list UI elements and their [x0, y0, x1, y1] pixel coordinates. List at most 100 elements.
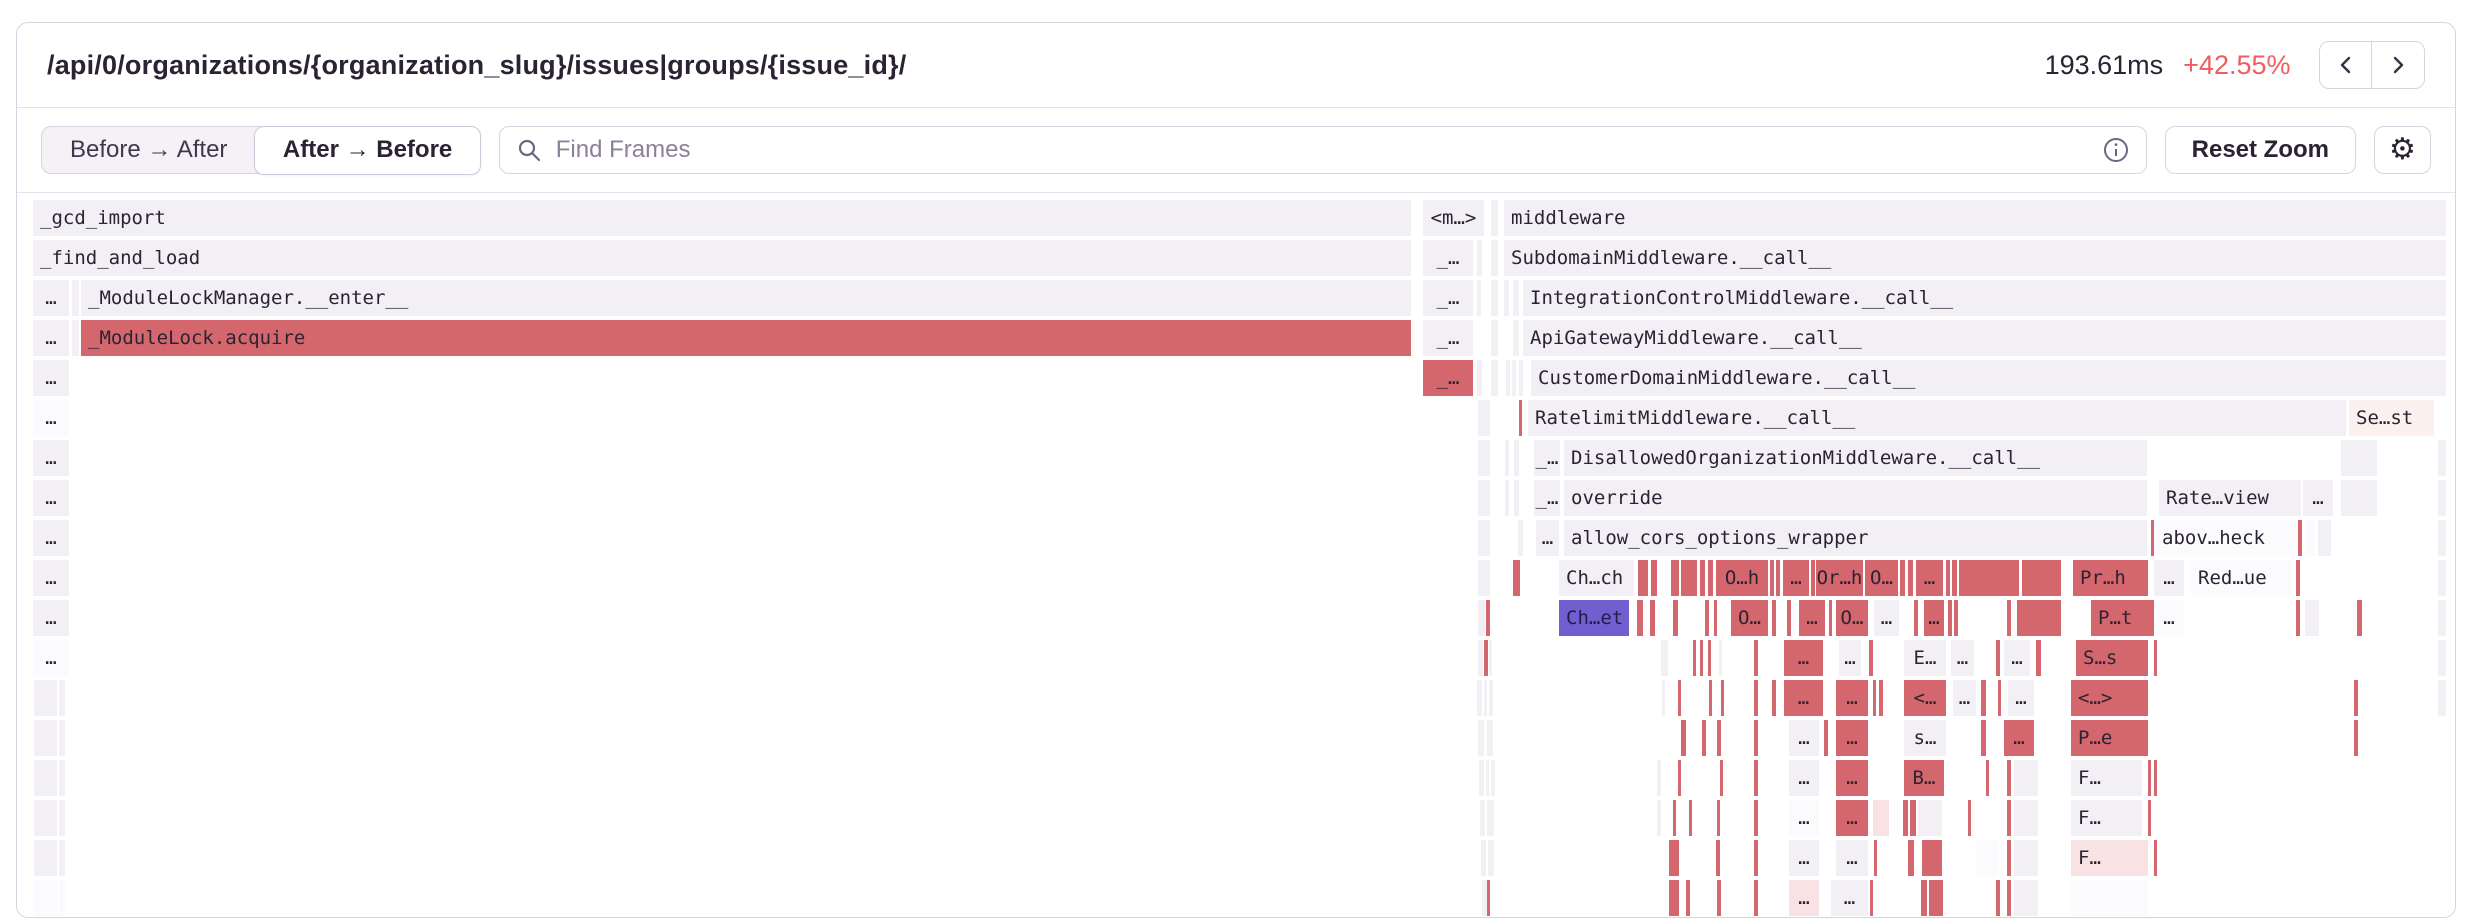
flame-sliver[interactable]: [1811, 560, 1815, 596]
flame-frame[interactable]: O…h: [1716, 560, 1768, 596]
flame-frame[interactable]: …: [1789, 760, 1819, 796]
flame-sliver[interactable]: [1959, 560, 2019, 596]
flame-frame[interactable]: …: [33, 600, 69, 636]
flame-sliver[interactable]: [1873, 680, 1876, 716]
flame-sliver[interactable]: [59, 680, 65, 716]
flame-sliver[interactable]: [34, 760, 57, 796]
flame-frame[interactable]: IntegrationControlMiddleware.__call__: [1523, 280, 2446, 316]
flame-frame[interactable]: …: [2004, 720, 2034, 756]
reset-zoom-button[interactable]: Reset Zoom: [2165, 126, 2356, 174]
flame-frame[interactable]: _…: [1423, 240, 1473, 276]
flame-sliver[interactable]: [2354, 720, 2358, 756]
flame-sliver[interactable]: [1918, 800, 1942, 836]
flame-frame[interactable]: _…: [1423, 360, 1473, 396]
info-icon[interactable]: [2102, 136, 2130, 164]
flame-frame[interactable]: …: [2154, 600, 2184, 636]
flame-sliver[interactable]: [1662, 680, 1665, 716]
flame-sliver[interactable]: [1908, 840, 1914, 876]
flame-sliver[interactable]: [1486, 760, 1489, 796]
flame-frame[interactable]: _…: [1423, 280, 1473, 316]
flame-sliver[interactable]: [2017, 600, 2061, 636]
flame-sliver[interactable]: [1478, 400, 1490, 436]
flame-sliver[interactable]: [2014, 880, 2038, 916]
flame-sliver[interactable]: [1720, 760, 1723, 796]
flame-sliver[interactable]: [1708, 640, 1711, 676]
flame-sliver[interactable]: [1686, 880, 1690, 916]
flame-sliver[interactable]: [1914, 600, 1918, 636]
flame-frame[interactable]: Se…st: [2349, 400, 2434, 436]
flame-sliver[interactable]: [1717, 880, 1721, 916]
flame-sliver[interactable]: [59, 760, 65, 796]
flame-sliver[interactable]: [1487, 880, 1490, 916]
flame-frame[interactable]: DisallowedOrganizationMiddleware.__call_…: [1564, 440, 2147, 476]
flame-frame[interactable]: …: [1916, 560, 1943, 596]
flame-sliver[interactable]: [1681, 560, 1697, 596]
flame-sliver[interactable]: [1869, 640, 1873, 676]
flame-sliver[interactable]: [1478, 640, 1483, 676]
flame-sliver[interactable]: [1770, 560, 1774, 596]
flame-sliver[interactable]: [1929, 880, 1943, 916]
flame-sliver[interactable]: [2438, 520, 2446, 556]
flame-frame[interactable]: …: [2004, 640, 2030, 676]
flame-sliver[interactable]: [2154, 640, 2157, 676]
flame-sliver[interactable]: [2341, 440, 2377, 476]
flame-frame[interactable]: _ModuleLockManager.__enter__: [81, 280, 1411, 316]
flame-sliver[interactable]: [2318, 520, 2331, 556]
flame-sliver[interactable]: [1754, 720, 1758, 756]
flame-sliver[interactable]: [2151, 520, 2154, 556]
flame-sliver[interactable]: [1900, 560, 1905, 596]
flame-frame[interactable]: …: [1951, 640, 1974, 676]
flame-sliver[interactable]: [1921, 880, 1927, 916]
flame-sliver[interactable]: [2438, 680, 2446, 716]
flame-sliver[interactable]: [2148, 800, 2151, 836]
flame-sliver[interactable]: [1996, 880, 2000, 916]
flame-sliver[interactable]: [2022, 560, 2061, 596]
flame-frame[interactable]: …: [33, 360, 69, 396]
flame-frame[interactable]: Ch…ch: [1559, 560, 1634, 596]
flame-sliver[interactable]: [1477, 240, 1482, 276]
flame-sliver[interactable]: [1669, 880, 1679, 916]
flame-sliver[interactable]: [59, 880, 65, 916]
flame-sliver[interactable]: [2014, 840, 2038, 876]
flame-sliver[interactable]: [1717, 800, 1720, 836]
flame-frame[interactable]: Or…h: [1816, 560, 1863, 596]
flame-frame[interactable]: B…: [1904, 760, 1944, 796]
flame-frame[interactable]: _…: [1423, 320, 1473, 356]
flame-sliver[interactable]: [1487, 720, 1493, 756]
flame-frame[interactable]: ApiGatewayMiddleware.__call__: [1523, 320, 2446, 356]
flame-frame[interactable]: s…: [1904, 720, 1946, 756]
flame-sliver[interactable]: [1922, 840, 1942, 876]
flame-sliver[interactable]: [1903, 800, 1908, 836]
flame-frame[interactable]: _…: [1534, 480, 1560, 516]
flame-sliver[interactable]: [2296, 600, 2300, 636]
flame-sliver[interactable]: [1487, 800, 1494, 836]
flame-sliver[interactable]: [2007, 800, 2011, 836]
flame-frame[interactable]: …: [33, 480, 69, 516]
flame-frame[interactable]: _gcd_import: [33, 200, 1411, 236]
flame-sliver[interactable]: [1478, 520, 1490, 556]
flame-frame[interactable]: …: [1924, 600, 1944, 636]
flame-sliver[interactable]: [1968, 800, 1971, 836]
flame-sliver[interactable]: [1519, 360, 1523, 396]
flame-sliver[interactable]: [2007, 600, 2011, 636]
flame-sliver[interactable]: [1480, 800, 1485, 836]
flame-frame[interactable]: …: [1831, 880, 1868, 916]
flame-sliver[interactable]: [1910, 800, 1916, 836]
flame-frame[interactable]: …: [33, 280, 69, 316]
flame-sliver[interactable]: [1491, 200, 1498, 236]
flame-sliver[interactable]: [1754, 800, 1758, 836]
flame-frame[interactable]: …: [1789, 720, 1819, 756]
flame-frame[interactable]: …: [1784, 640, 1823, 676]
flame-sliver[interactable]: [1772, 600, 1776, 636]
flame-sliver[interactable]: [1981, 720, 1986, 756]
flame-sliver[interactable]: [34, 880, 57, 916]
settings-button[interactable]: ⚙: [2374, 126, 2431, 174]
flame-sliver[interactable]: [1477, 280, 1481, 316]
flame-sliver[interactable]: [2341, 480, 2377, 516]
flame-sliver[interactable]: [59, 840, 65, 876]
flame-sliver[interactable]: [2298, 520, 2302, 556]
flame-frame[interactable]: abov…heck: [2155, 520, 2297, 556]
flame-frame[interactable]: _…: [1534, 440, 1560, 476]
flame-frame[interactable]: …: [33, 400, 69, 436]
flame-frame[interactable]: override: [1564, 480, 2147, 516]
